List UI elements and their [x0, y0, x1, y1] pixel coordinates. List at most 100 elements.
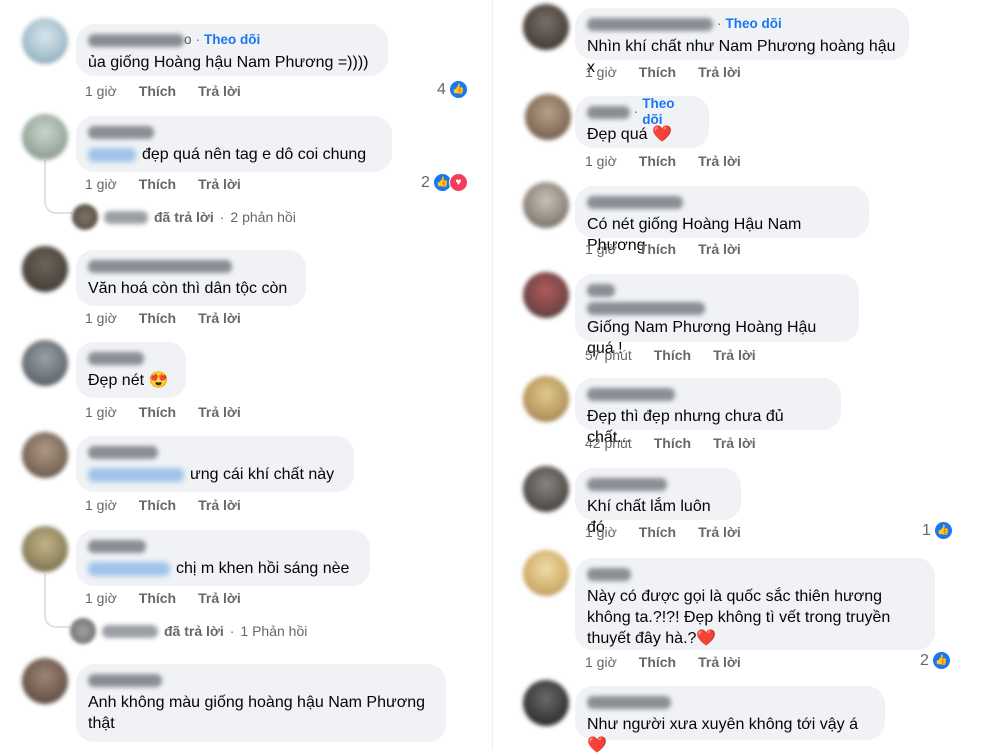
comment-actions: 1 giờ Thích Trả lời: [85, 497, 241, 513]
reaction-number: 1: [922, 521, 931, 539]
follow-button[interactable]: Theo dõi: [726, 16, 782, 32]
comment-column-left: o · Theo dõi ủa giống Hoàng hậu Nam Phươ…: [0, 0, 485, 750]
blurred-name: [587, 195, 683, 209]
like-button[interactable]: Thích: [639, 64, 676, 80]
reaction-count[interactable]: 1 👍: [922, 521, 953, 540]
comment-bubble: Này có được gọi là quốc sắc thiên hương …: [575, 558, 935, 650]
avatar[interactable]: [523, 272, 569, 318]
reply-button[interactable]: Trả lời: [198, 497, 241, 513]
blurred-name: [587, 301, 705, 315]
avatar[interactable]: [523, 376, 569, 422]
avatar[interactable]: [22, 526, 68, 572]
comment-time: 1 giờ: [85, 590, 117, 606]
like-button[interactable]: Thích: [139, 497, 176, 513]
like-button[interactable]: Thích: [654, 435, 691, 451]
tagged-user[interactable]: [88, 147, 136, 162]
name-suffix: o: [184, 32, 192, 47]
comment-actions: 1 giờ Thích Trả lời: [585, 241, 741, 257]
reply-button[interactable]: Trả lời: [698, 64, 741, 80]
reply-summary[interactable]: đã trả lời · 2 phản hồi: [72, 204, 296, 230]
avatar[interactable]: [22, 432, 68, 478]
blurred-name: [587, 477, 667, 491]
blurred-name: [587, 567, 631, 581]
reply-count: 1 Phản hồi: [240, 623, 308, 639]
avatar[interactable]: [22, 246, 68, 292]
separator-dot: ·: [633, 104, 639, 119]
comment-author-row: [587, 386, 829, 402]
comment-author-row: [587, 694, 873, 710]
comment-time: 1 giờ: [85, 404, 117, 420]
comment-text-content: Đẹp nét: [88, 372, 145, 389]
reaction-count[interactable]: 2 👍 ♥: [421, 173, 468, 192]
comment-bubble: Có nét giống Hoàng Hậu Nam Phương: [575, 186, 869, 254]
avatar[interactable]: [523, 4, 569, 50]
comment-actions: 1 giờ Thích Trả lời: [85, 590, 241, 606]
follow-button[interactable]: Theo dõi: [204, 32, 260, 48]
comment-time: 1 giờ: [85, 83, 117, 99]
avatar[interactable]: [525, 94, 571, 140]
comment-time: 1 giờ: [585, 241, 617, 257]
reply-action: đã trả lời: [154, 209, 214, 225]
comment-column-right: · Theo dõi Nhìn khí chất như Nam Phương …: [505, 0, 1000, 754]
reply-button[interactable]: Trả lời: [198, 83, 241, 99]
comment-text-content: chị m khen hồi sáng nèe: [176, 560, 350, 577]
reply-button[interactable]: Trả lời: [713, 435, 756, 451]
avatar[interactable]: [523, 550, 569, 596]
reply-button[interactable]: Trả lời: [198, 176, 241, 192]
reaction-number: 2: [920, 651, 929, 669]
comment-author-row-2: [587, 300, 847, 316]
smiling-heart-eyes-emoji: 😍: [148, 372, 169, 389]
reply-button[interactable]: Trả lời: [698, 654, 741, 670]
blurred-name: [102, 624, 158, 638]
reply-button[interactable]: Trả lời: [698, 241, 741, 257]
like-reaction-icon: 👍: [933, 521, 953, 540]
avatar[interactable]: [523, 466, 569, 512]
like-button[interactable]: Thích: [639, 153, 676, 169]
avatar[interactable]: [22, 340, 68, 386]
reply-button[interactable]: Trả lời: [698, 524, 741, 540]
reaction-count[interactable]: 4 👍: [437, 80, 468, 99]
reply-count: 2 phản hồi: [230, 209, 296, 225]
reply-button[interactable]: Trả lời: [198, 404, 241, 420]
blurred-name: [88, 351, 144, 365]
comment-actions: 1 giờ Thích Trả lời: [85, 404, 241, 420]
red-heart-emoji: ❤️: [587, 737, 607, 754]
like-button[interactable]: Thích: [654, 347, 691, 363]
reply-summary[interactable]: đã trả lời · 1 Phản hồi: [70, 618, 307, 644]
comment-text: Văn hoá còn thì dân tộc còn: [88, 280, 288, 297]
blurred-name: [88, 673, 162, 687]
avatar[interactable]: [22, 114, 68, 160]
like-button[interactable]: Thích: [139, 176, 176, 192]
comment-author-row: [88, 124, 380, 140]
avatar[interactable]: [523, 182, 569, 228]
like-button[interactable]: Thích: [639, 654, 676, 670]
comment-actions: 1 giờ Thích Trả lời: [585, 654, 741, 670]
blurred-name: [88, 259, 232, 273]
comment-bubble: Văn hoá còn thì dân tộc còn: [76, 250, 306, 306]
comment-actions: 1 giờ Thích Trả lời: [85, 176, 241, 192]
reply-button[interactable]: Trả lời: [198, 590, 241, 606]
like-button[interactable]: Thích: [139, 590, 176, 606]
reply-button[interactable]: Trả lời: [698, 153, 741, 169]
tagged-user[interactable]: [88, 467, 184, 482]
avatar[interactable]: [22, 18, 68, 64]
avatar[interactable]: [523, 680, 569, 726]
comment-actions: 42 phút Thích Trả lời: [585, 435, 756, 451]
like-button[interactable]: Thích: [639, 524, 676, 540]
like-button[interactable]: Thích: [139, 310, 176, 326]
reply-button[interactable]: Trả lời: [713, 347, 756, 363]
comment-actions: 57 phút Thích Trả lời: [585, 347, 756, 363]
comment-text-content: Như người xưa xuyên không tới vậy á: [587, 716, 859, 733]
like-button[interactable]: Thích: [639, 241, 676, 257]
red-heart-emoji: ❤️: [651, 126, 672, 143]
like-button[interactable]: Thích: [139, 404, 176, 420]
heart-reaction-icon: ♥: [448, 173, 468, 192]
reply-button[interactable]: Trả lời: [198, 310, 241, 326]
tagged-user[interactable]: [88, 561, 170, 576]
comment-time: 1 giờ: [85, 176, 117, 192]
like-button[interactable]: Thích: [139, 83, 176, 99]
like-reaction-icon: 👍: [448, 80, 468, 99]
blurred-name: [104, 210, 148, 224]
avatar[interactable]: [22, 658, 68, 704]
reaction-count[interactable]: 2 👍: [920, 651, 951, 670]
